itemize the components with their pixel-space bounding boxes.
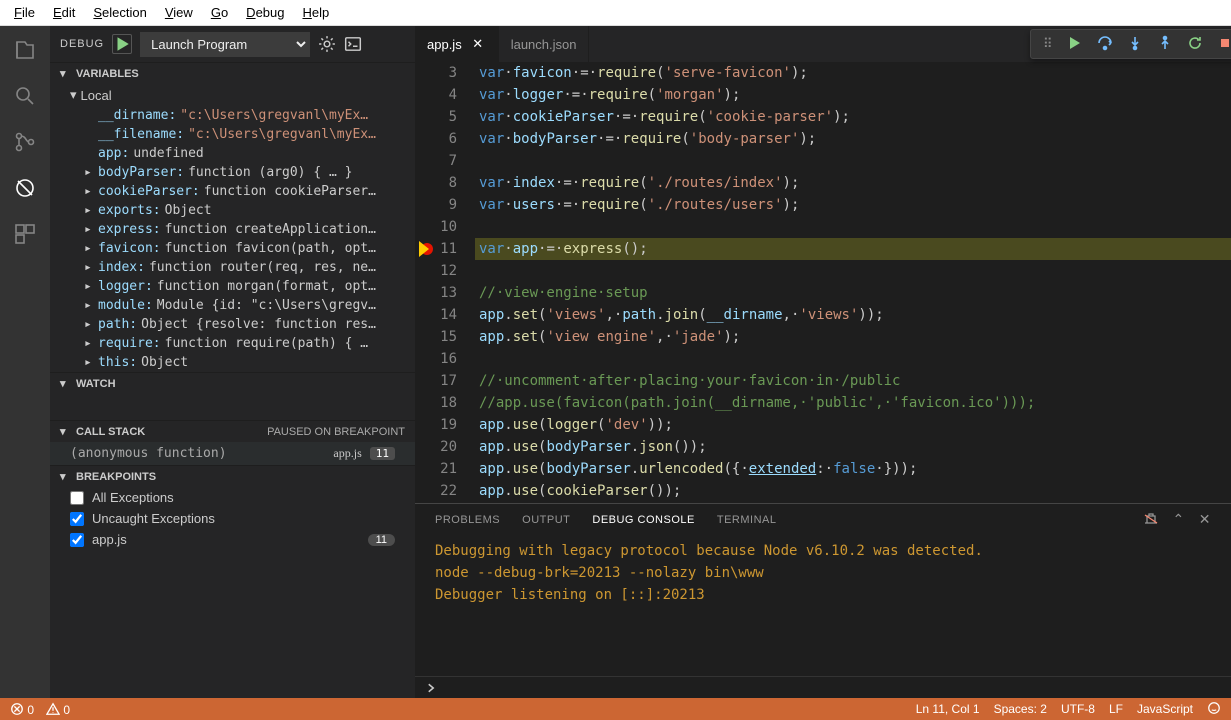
tab-debug-console[interactable]: DEBUG CONSOLE: [592, 514, 694, 526]
console-line: Debugger listening on [::]:20213: [435, 584, 1211, 606]
close-icon[interactable]: ✕: [470, 36, 486, 52]
feedback-icon[interactable]: [1207, 701, 1221, 718]
menu-view[interactable]: View: [157, 3, 201, 22]
var-bodyParser[interactable]: ▸bodyParser: function (arg0) { … }: [50, 163, 415, 182]
console-prompt[interactable]: [415, 676, 1231, 698]
clear-console-icon[interactable]: [1143, 511, 1159, 530]
extensions-icon[interactable]: [11, 220, 39, 248]
drag-grip-icon[interactable]: ⠿: [1043, 36, 1053, 52]
console-line: node --debug-brk=20213 --nolazy bin\www: [435, 562, 1211, 584]
var-cookieParser[interactable]: ▸cookieParser: function cookieParser…: [50, 182, 415, 201]
stop-button[interactable]: [1217, 35, 1231, 54]
debug-label: DEBUG: [60, 38, 104, 50]
tab-app-js[interactable]: app.js✕: [415, 26, 499, 62]
close-panel-icon[interactable]: ✕: [1199, 511, 1211, 530]
var-logger[interactable]: ▸logger: function morgan(format, opt…: [50, 277, 415, 296]
debug-toolbar[interactable]: ⠿: [1030, 29, 1231, 59]
var-__dirname[interactable]: __dirname: "c:\Users\gregvanl\myEx…: [50, 106, 415, 125]
callstack-header[interactable]: ▾CALL STACKPAUSED ON BREAKPOINT: [50, 420, 415, 442]
breakpoint-checkbox[interactable]: [70, 512, 84, 526]
menu-edit[interactable]: Edit: [45, 3, 83, 22]
var-path[interactable]: ▸path: Object {resolve: function res…: [50, 315, 415, 334]
breakpoint-app[interactable]: app.js11: [50, 529, 415, 550]
editor-tabbar: app.js✕launch.json ⠿: [415, 26, 1231, 62]
status-cursor[interactable]: Ln 11, Col 1: [916, 702, 980, 716]
menubar: FileEditSelectionViewGoDebugHelp: [0, 0, 1231, 26]
var-this[interactable]: ▸this: Object: [50, 353, 415, 372]
breakpoint-checkbox[interactable]: [70, 533, 84, 547]
start-debug-button[interactable]: [112, 34, 132, 54]
breakpoint-allExceptions[interactable]: All Exceptions: [50, 487, 415, 508]
tab-problems[interactable]: PROBLEMS: [435, 514, 500, 526]
status-spaces[interactable]: Spaces: 2: [994, 702, 1047, 716]
menu-selection[interactable]: Selection: [85, 3, 154, 22]
var-__filename[interactable]: __filename: "c:\Users\gregvanl\myEx…: [50, 125, 415, 144]
breakpoint-uncaught[interactable]: Uncaught Exceptions: [50, 508, 415, 529]
source-control-icon[interactable]: [11, 128, 39, 156]
var-favicon[interactable]: ▸favicon: function favicon(path, opt…: [50, 239, 415, 258]
var-app[interactable]: app: undefined: [50, 144, 415, 163]
step-over-button[interactable]: [1097, 35, 1113, 54]
var-index[interactable]: ▸index: function router(req, res, ne…: [50, 258, 415, 277]
breakpoints-header[interactable]: ▾BREAKPOINTS: [50, 465, 415, 487]
tab-launch-json[interactable]: launch.json: [499, 26, 590, 62]
explorer-icon[interactable]: [11, 36, 39, 64]
step-out-button[interactable]: [1157, 35, 1173, 54]
menu-file[interactable]: File: [6, 3, 43, 22]
variables-header[interactable]: ▾VARIABLES: [50, 62, 415, 84]
breakpoint-checkbox[interactable]: [70, 491, 84, 505]
console-icon[interactable]: [344, 35, 362, 53]
var-module[interactable]: ▸module: Module {id: "c:\Users\gregv…: [50, 296, 415, 315]
var-express[interactable]: ▸express: function createApplication…: [50, 220, 415, 239]
var-exports[interactable]: ▸exports: Object: [50, 201, 415, 220]
console-line: Debugging with legacy protocol because N…: [435, 540, 1211, 562]
scope-local[interactable]: ▾Local: [50, 84, 415, 106]
menu-help[interactable]: Help: [294, 3, 337, 22]
status-eol[interactable]: LF: [1109, 702, 1123, 716]
search-icon[interactable]: [11, 82, 39, 110]
collapse-panel-icon[interactable]: ⌃: [1173, 511, 1185, 530]
callstack-frame[interactable]: (anonymous function)app.js11: [50, 442, 415, 465]
status-errors[interactable]: 0: [10, 702, 34, 717]
debug-config-select[interactable]: Launch Program: [140, 32, 310, 57]
step-into-button[interactable]: [1127, 35, 1143, 54]
bottom-panel: PROBLEMS OUTPUT DEBUG CONSOLE TERMINAL ⌃…: [415, 503, 1231, 698]
status-encoding[interactable]: UTF-8: [1061, 702, 1095, 716]
status-warnings[interactable]: 0: [46, 702, 70, 717]
tab-output[interactable]: OUTPUT: [522, 514, 570, 526]
status-language[interactable]: JavaScript: [1137, 702, 1193, 716]
status-bar: 0 0 Ln 11, Col 1 Spaces: 2 UTF-8 LF Java…: [0, 698, 1231, 720]
debug-sidebar: DEBUG Launch Program ▾VARIABLES ▾Local _…: [50, 26, 415, 698]
menu-go[interactable]: Go: [203, 3, 236, 22]
var-require[interactable]: ▸require: function require(path) { …: [50, 334, 415, 353]
restart-button[interactable]: [1187, 35, 1203, 54]
debug-icon[interactable]: [11, 174, 39, 202]
code-editor[interactable]: 345678910111213141516171819202122 var·fa…: [415, 62, 1231, 503]
activity-bar: [0, 26, 50, 698]
menu-debug[interactable]: Debug: [238, 3, 292, 22]
watch-header[interactable]: ▾WATCH: [50, 372, 415, 394]
continue-button[interactable]: [1067, 35, 1083, 54]
tab-terminal[interactable]: TERMINAL: [717, 514, 777, 526]
gear-icon[interactable]: [318, 35, 336, 53]
